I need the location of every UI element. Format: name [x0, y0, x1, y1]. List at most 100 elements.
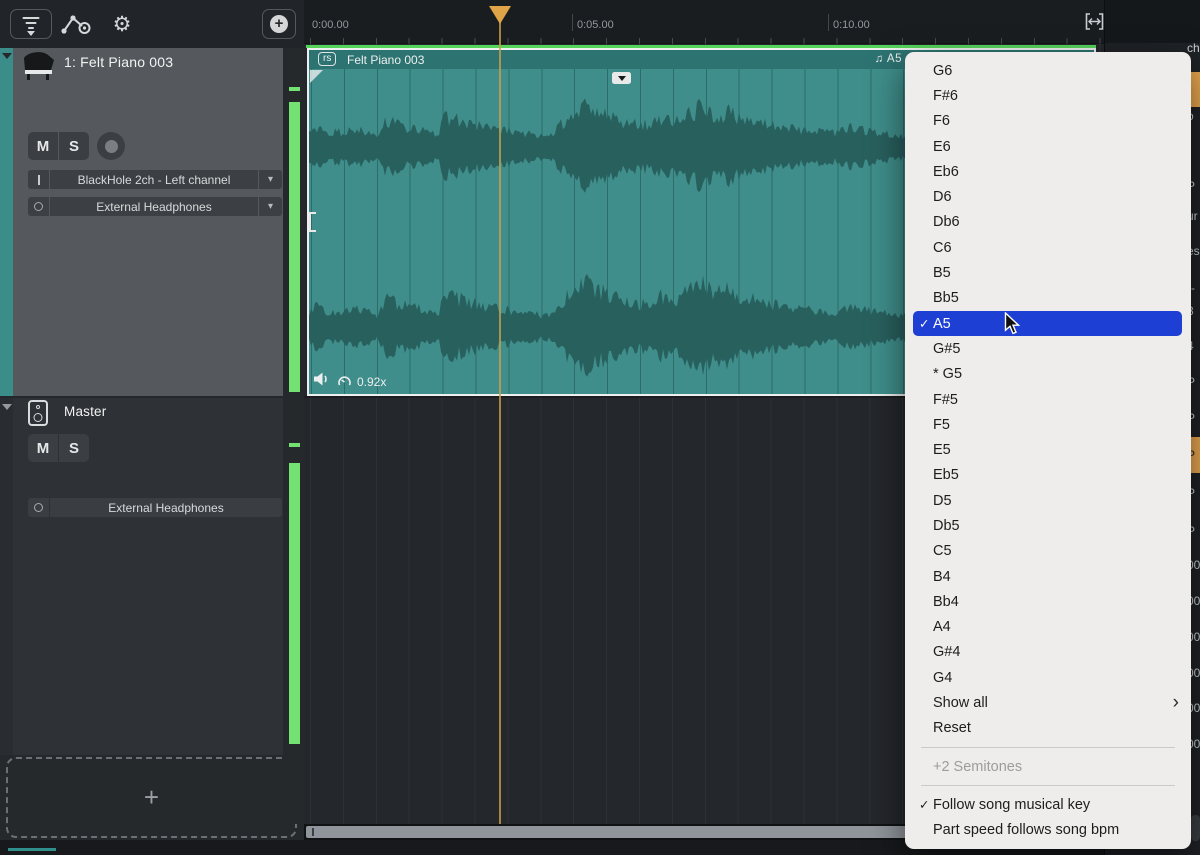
- menu-item-label: D5: [933, 493, 1179, 509]
- menu-item-eb6[interactable]: Eb6: [905, 159, 1191, 184]
- output-icon: [28, 498, 50, 517]
- menu-item-bb4[interactable]: Bb4: [905, 589, 1191, 614]
- solo-button[interactable]: S: [59, 132, 89, 160]
- master-collapse-triangle[interactable]: [2, 404, 12, 410]
- track-collapse-triangle[interactable]: [2, 53, 12, 59]
- menu-item-b4[interactable]: B4: [905, 564, 1191, 589]
- browser-scrollbar[interactable]: [1191, 815, 1200, 841]
- menu-item-db6[interactable]: Db6: [905, 210, 1191, 235]
- menu-item-label: F5: [933, 417, 1179, 433]
- master-mute-button[interactable]: M: [28, 434, 58, 462]
- settings-gear-icon[interactable]: ⚙: [109, 10, 135, 38]
- menu-item--2-semitones[interactable]: +2 Semitones: [905, 754, 1191, 779]
- menu-item-f6[interactable]: F6: [905, 109, 1191, 134]
- menu-item-label: Eb6: [933, 164, 1179, 180]
- output-device-selector[interactable]: External Headphones ▾: [28, 197, 282, 216]
- menu-item-d5[interactable]: D5: [905, 488, 1191, 513]
- menu-item-g-4[interactable]: G#4: [905, 640, 1191, 665]
- pitch-context-menu: G6F#6F6E6Eb6D6Db6C6B5Bb5✓A5G#5* G5F#5F5E…: [905, 52, 1191, 849]
- daw-arranger-window: 0:00.000:05.000:10.00 rs Felt Piano 003 …: [0, 0, 1200, 855]
- add-track-drop-zone[interactable]: +: [6, 757, 297, 838]
- scrollbar-grip: [312, 828, 314, 836]
- menu-item-f5[interactable]: F5: [905, 412, 1191, 437]
- input-device-selector[interactable]: BlackHole 2ch - Left channel ▾: [28, 170, 282, 189]
- menu-item-label: F#6: [933, 88, 1179, 104]
- submenu-chevron-icon: ›: [1173, 696, 1179, 710]
- menu-item-follow-song-musical-key[interactable]: ✓Follow song musical key: [905, 792, 1191, 817]
- master-output-label: External Headphones: [50, 501, 282, 515]
- menu-item-label: +2 Semitones: [933, 759, 1179, 775]
- peak-hold-tick: [289, 443, 300, 447]
- playhead-line: [499, 8, 501, 824]
- track-title[interactable]: 1: Felt Piano 003: [64, 54, 173, 70]
- piano-track-icon: [17, 51, 57, 81]
- track-color-strip[interactable]: [0, 48, 13, 396]
- zoom-to-fit-icon[interactable]: [1085, 13, 1104, 30]
- menu-item-g6[interactable]: G6: [905, 58, 1191, 83]
- clip-pitch-label[interactable]: ♫ A5: [875, 53, 902, 65]
- automation-button[interactable]: [60, 11, 96, 37]
- browser-panel-header: [1105, 0, 1200, 43]
- menu-item-label: F6: [933, 113, 1179, 129]
- menu-item-f-5[interactable]: F#5: [905, 387, 1191, 412]
- peak-hold-tick: [289, 87, 300, 91]
- clip-loop-badge[interactable]: rs: [318, 52, 336, 66]
- menu-item-bb5[interactable]: Bb5: [905, 286, 1191, 311]
- record-dot-icon: [105, 140, 118, 153]
- menu-item-label: C5: [933, 543, 1179, 559]
- output-icon: [28, 197, 50, 216]
- clip-speaker-icon[interactable]: [313, 371, 330, 387]
- menu-item-a4[interactable]: A4: [905, 615, 1191, 640]
- clip-loop-start-bracket[interactable]: [309, 212, 316, 232]
- master-title[interactable]: Master: [64, 404, 106, 419]
- menu-item-a5[interactable]: ✓A5: [913, 311, 1182, 336]
- dropdown-arrow-icon[interactable]: ▾: [258, 170, 282, 189]
- menu-item-label: F#5: [933, 392, 1179, 408]
- ruler-minor-ticks: [304, 38, 1104, 44]
- menu-item-d6[interactable]: D6: [905, 184, 1191, 209]
- menu-item-part-speed-follows-song-bpm[interactable]: Part speed follows song bpm: [905, 818, 1191, 843]
- menu-item-label: Db5: [933, 518, 1179, 534]
- dropdown-arrow-icon[interactable]: ▾: [258, 197, 282, 216]
- menu-item-label: G#4: [933, 644, 1179, 660]
- mute-button[interactable]: M: [28, 132, 58, 160]
- checkmark-icon: ✓: [919, 797, 933, 812]
- clip-fade-handle[interactable]: [310, 70, 323, 83]
- clip-speed-value: 0.92x: [357, 375, 386, 389]
- menu-item-g-5[interactable]: G#5: [905, 336, 1191, 361]
- track-panel-felt-piano[interactable]: [0, 48, 304, 396]
- menu-item-show-all[interactable]: Show all›: [905, 690, 1191, 715]
- add-track-button[interactable]: +: [262, 9, 296, 39]
- ruler-major-tick: [828, 14, 829, 31]
- menu-item-f-6[interactable]: F#6: [905, 83, 1191, 108]
- ruler-major-tick: [572, 14, 573, 31]
- menu-item-c5[interactable]: C5: [905, 539, 1191, 564]
- menu-item-e5[interactable]: E5: [905, 437, 1191, 462]
- menu-separator: [921, 785, 1175, 786]
- playhead-marker[interactable]: [489, 6, 511, 24]
- input-icon: [28, 170, 50, 189]
- master-output-selector[interactable]: External Headphones: [28, 498, 282, 517]
- clip-dropdown-button[interactable]: [612, 72, 631, 84]
- menu-item--g5[interactable]: * G5: [905, 362, 1191, 387]
- ruler-time-label: 0:10.00: [833, 19, 870, 31]
- chevron-down-icon: [618, 76, 626, 81]
- record-arm-button[interactable]: [97, 132, 125, 160]
- master-solo-button[interactable]: S: [59, 434, 89, 462]
- menu-item-c6[interactable]: C6: [905, 235, 1191, 260]
- menu-item-label: B4: [933, 569, 1179, 585]
- clip-speed-control[interactable]: 0.92x: [337, 374, 386, 389]
- menu-item-label: A5: [933, 316, 1170, 332]
- track-filter-button[interactable]: [10, 9, 52, 39]
- menu-item-reset[interactable]: Reset: [905, 716, 1191, 741]
- menu-item-e6[interactable]: E6: [905, 134, 1191, 159]
- menu-item-b5[interactable]: B5: [905, 260, 1191, 285]
- menu-item-label: C6: [933, 240, 1179, 256]
- menu-item-eb5[interactable]: Eb5: [905, 463, 1191, 488]
- speaker-monitor-icon: [28, 400, 48, 426]
- menu-item-label: Follow song musical key: [933, 797, 1179, 813]
- menu-item-label: E5: [933, 442, 1179, 458]
- menu-item-label: Show all: [933, 695, 1173, 711]
- menu-item-db5[interactable]: Db5: [905, 513, 1191, 538]
- menu-item-g4[interactable]: G4: [905, 665, 1191, 690]
